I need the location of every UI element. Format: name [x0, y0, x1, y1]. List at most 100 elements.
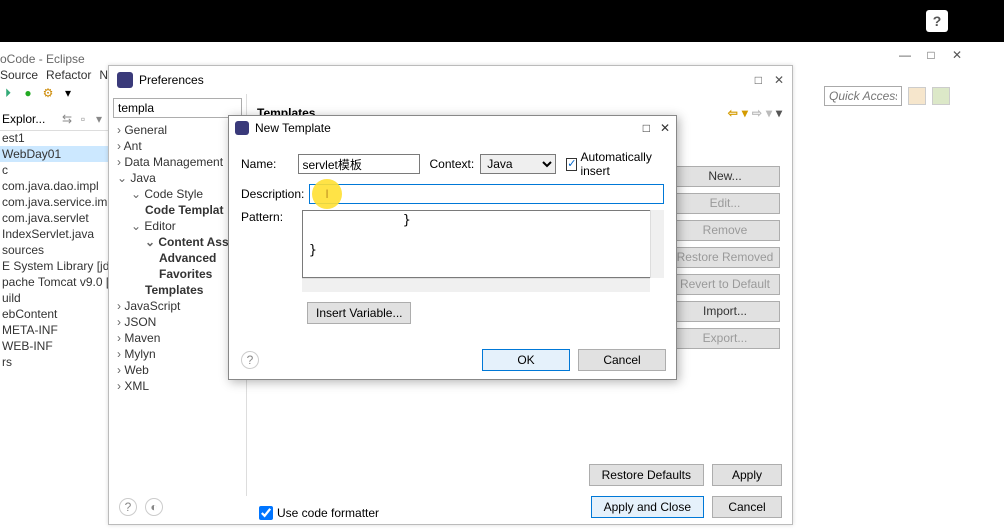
insert-variable-button[interactable]: Insert Variable... [307, 302, 411, 324]
edit-button: Edit... [670, 193, 780, 214]
import-button[interactable]: Import... [670, 301, 780, 322]
explorer-item[interactable]: sources [0, 242, 108, 258]
pref-tree-item[interactable]: JSON [113, 314, 242, 330]
explorer-item[interactable]: com.java.servlet [0, 210, 108, 226]
restore-defaults-button[interactable]: Restore Defaults [589, 464, 704, 486]
export-button: Export... [670, 328, 780, 349]
restore-removed-button: Restore Removed [670, 247, 780, 268]
pref-tree-item[interactable]: Maven [113, 330, 242, 346]
drop-icon[interactable]: ▾ [60, 85, 76, 101]
fwd-icon[interactable]: ⇨ [752, 106, 762, 120]
pattern-textarea[interactable] [302, 210, 664, 278]
code-formatter-label: Use code formatter [277, 506, 379, 520]
pref-tree[interactable]: GeneralAntData ManagementJavaCode StyleC… [113, 122, 242, 394]
scrollbar-horizontal[interactable] [302, 278, 650, 292]
pref-tree-item[interactable]: Java [113, 170, 242, 186]
collapse-icon[interactable]: ▫ [76, 112, 90, 126]
explorer-item[interactable]: com.java.dao.impl [0, 178, 108, 194]
pref-tree-item[interactable]: Code Style [113, 186, 242, 202]
explorer-item[interactable]: META-INF [0, 322, 108, 338]
pref-maximize-icon[interactable]: □ [755, 73, 762, 87]
description-input[interactable]: I [309, 184, 664, 204]
perspective-icon-2[interactable] [932, 87, 950, 105]
progress-icon[interactable]: ◐ [145, 498, 163, 516]
context-label: Context: [430, 157, 475, 171]
explorer-item[interactable]: com.java.service.impl [0, 194, 108, 210]
menu-icon[interactable]: ▾ [92, 112, 106, 126]
dlg-maximize-icon[interactable]: □ [643, 121, 650, 135]
explorer-item[interactable]: c [0, 162, 108, 178]
app-title: oCode - Eclipse [0, 52, 85, 66]
dlg-close-icon[interactable]: ✕ [660, 121, 670, 135]
new-template-dialog: New Template □ ✕ Name: Context: Java ✓ A… [228, 115, 677, 380]
pref-tree-item[interactable]: General [113, 122, 242, 138]
dlg-help-icon[interactable]: ? [241, 351, 259, 369]
eclipse-icon [235, 121, 249, 135]
back-icon[interactable]: ⇦ [728, 106, 738, 120]
pref-tree-item[interactable]: Templates [113, 282, 242, 298]
dialog-title: New Template [255, 121, 331, 135]
pattern-label: Pattern: [241, 210, 300, 224]
menu-refactor[interactable]: Refactor [46, 68, 91, 82]
explorer-item[interactable]: IndexServlet.java [0, 226, 108, 242]
context-select[interactable]: Java [480, 154, 556, 174]
remove-button: Remove [670, 220, 780, 241]
quick-access-input[interactable] [824, 86, 902, 106]
help-icon[interactable]: ? [926, 10, 948, 32]
pref-tree-item[interactable]: Favorites [113, 266, 242, 282]
pref-close-icon[interactable]: ✕ [774, 73, 784, 87]
help-icon[interactable]: ? [119, 498, 137, 516]
explorer-tab-label[interactable]: Explor... [2, 112, 45, 126]
ok-button[interactable]: OK [482, 349, 570, 371]
run-icon[interactable]: ● [20, 85, 36, 101]
auto-insert-label: Automatically insert [580, 150, 664, 178]
pref-tree-item[interactable]: XML [113, 378, 242, 394]
explorer-item[interactable]: WebDay01 [0, 146, 108, 162]
explorer-item[interactable]: pache Tomcat v9.0 [sm [0, 274, 108, 290]
name-input[interactable] [298, 154, 420, 174]
explorer-item[interactable]: est1 [0, 130, 108, 146]
eclipse-icon [117, 72, 133, 88]
scrollbar-vertical[interactable] [650, 210, 664, 278]
ext-icon[interactable]: ⚙ [40, 85, 56, 101]
revert-button: Revert to Default [670, 274, 780, 295]
perspective-icon[interactable] [908, 87, 926, 105]
dlg-cancel-button[interactable]: Cancel [578, 349, 666, 371]
explorer-tree[interactable]: est1WebDay01c com.java.dao.impl com.java… [0, 130, 108, 370]
pref-tree-item[interactable]: Content Assist [113, 234, 242, 250]
pref-tree-item[interactable]: Ant [113, 138, 242, 154]
menu-drop-icon[interactable]: ▾ [776, 106, 782, 120]
pref-tree-item[interactable]: Editor [113, 218, 242, 234]
apply-close-button[interactable]: Apply and Close [591, 496, 704, 518]
toolbar: ⏵ ● ⚙ ▾ [0, 85, 76, 101]
apply-button[interactable]: Apply [712, 464, 782, 486]
explorer-item[interactable]: rs [0, 354, 108, 370]
explorer-item[interactable]: ebContent [0, 306, 108, 322]
pref-filter-input[interactable] [113, 98, 242, 118]
menubar: Source Refactor Navi [0, 68, 123, 82]
new-button[interactable]: New... [670, 166, 780, 187]
window-controls: — □ ✕ [898, 48, 964, 62]
debug-icon[interactable]: ⏵ [0, 85, 16, 101]
preferences-title: Preferences [139, 73, 204, 87]
name-label: Name: [241, 157, 292, 171]
pref-tree-item[interactable]: Mylyn [113, 346, 242, 362]
maximize-icon[interactable]: □ [924, 48, 938, 62]
menu-source[interactable]: Source [0, 68, 38, 82]
explorer-item[interactable]: WEB-INF [0, 338, 108, 354]
description-label: Description: [241, 187, 303, 201]
pref-tree-item[interactable]: Data Management [113, 154, 242, 170]
text-cursor-icon: I [312, 179, 342, 209]
explorer-item[interactable]: E System Library [jdk1 [0, 258, 108, 274]
minimize-icon[interactable]: — [898, 48, 912, 62]
pref-tree-item[interactable]: JavaScript [113, 298, 242, 314]
pref-tree-item[interactable]: Code Templat [113, 202, 242, 218]
code-formatter-checkbox[interactable] [259, 506, 273, 520]
explorer-item[interactable]: uild [0, 290, 108, 306]
link-icon[interactable]: ⇆ [60, 112, 74, 126]
pref-tree-item[interactable]: Advanced [113, 250, 242, 266]
pref-cancel-button[interactable]: Cancel [712, 496, 782, 518]
pref-tree-item[interactable]: Web [113, 362, 242, 378]
close-icon[interactable]: ✕ [950, 48, 964, 62]
auto-insert-checkbox[interactable]: ✓ [566, 158, 577, 171]
